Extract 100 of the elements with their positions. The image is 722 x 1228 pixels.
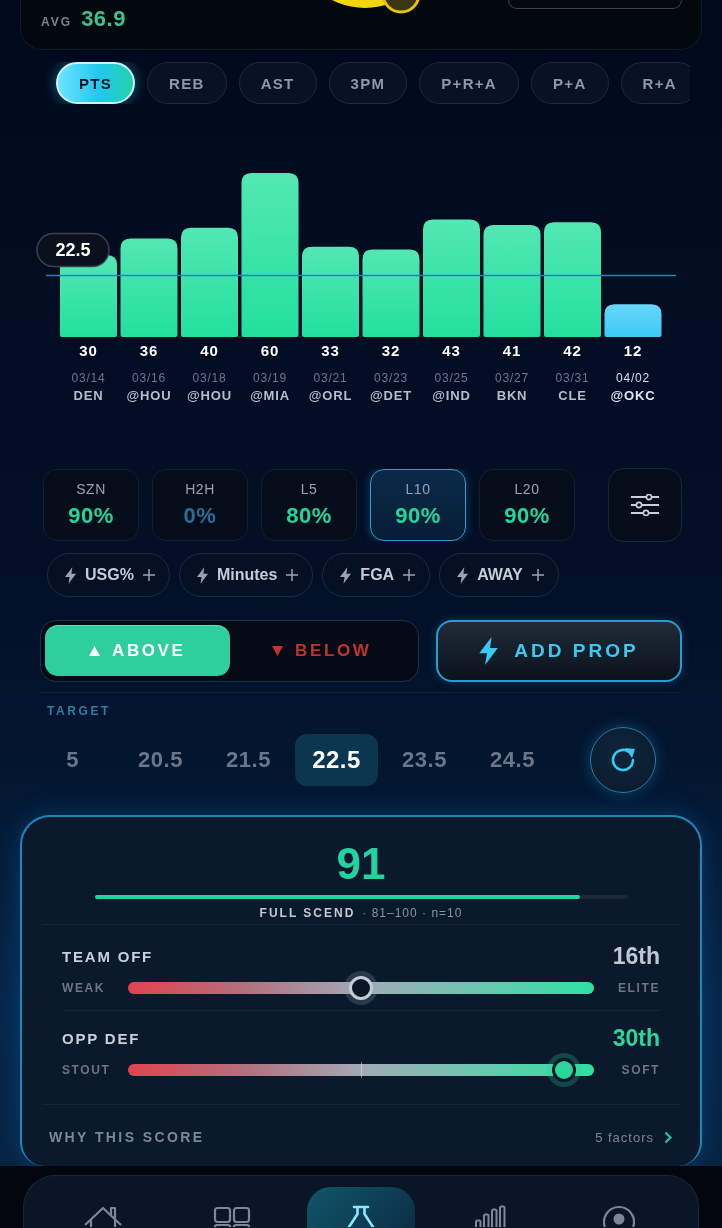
plus-icon xyxy=(531,569,544,581)
target-option[interactable]: 24.5 xyxy=(471,734,554,786)
plus-icon xyxy=(142,569,155,581)
scale-low-label: STOUT xyxy=(62,1063,112,1077)
slider-track[interactable] xyxy=(128,976,594,1000)
split-card[interactable]: L10 90% xyxy=(370,469,466,541)
split-card[interactable]: L5 80% xyxy=(261,469,357,541)
scale-low-label: WEAK xyxy=(62,981,107,995)
factor-rank: 30th xyxy=(612,1024,660,1052)
sliders-icon xyxy=(630,494,660,516)
date-label: 03/23 xyxy=(374,371,408,385)
bar-value-label: 40 xyxy=(200,342,219,359)
bolt-icon xyxy=(457,566,469,584)
score-value: 91 xyxy=(336,842,386,886)
add-prop-button[interactable]: ADD PROP xyxy=(436,620,682,682)
stat-tab[interactable]: P+R+A xyxy=(419,62,519,104)
factor-count: 5 factors xyxy=(595,1129,654,1145)
stat-tab[interactable]: PTS xyxy=(56,62,136,104)
stat-tab[interactable]: AST xyxy=(238,62,317,104)
date-label: 03/16 xyxy=(132,371,166,385)
split-card[interactable]: L20 90% xyxy=(479,469,575,541)
bolt-icon xyxy=(65,566,76,584)
stat-tab[interactable]: REB xyxy=(147,62,227,104)
bolt-icon xyxy=(196,566,208,584)
plus-icon xyxy=(403,569,416,581)
refresh-button[interactable] xyxy=(590,727,656,793)
plus-icon xyxy=(286,569,299,581)
target-label: TARGET xyxy=(47,704,112,718)
triangle-down-icon xyxy=(272,645,284,656)
bar-value-label: 33 xyxy=(321,342,340,359)
date-label: 03/18 xyxy=(192,371,227,385)
target-option[interactable]: 21.5 xyxy=(207,734,290,786)
slider-thumb[interactable] xyxy=(552,1058,577,1082)
opponent-label: CLE xyxy=(558,388,587,403)
slider-track[interactable] xyxy=(128,1058,594,1082)
split-value: 0% xyxy=(183,503,217,529)
home-icon xyxy=(82,1205,123,1227)
bar-value-label: 12 xyxy=(623,342,643,359)
target-option[interactable]: 5 xyxy=(31,734,114,786)
chevron-right-icon xyxy=(664,1130,672,1144)
avg-label: AVG xyxy=(41,15,73,29)
factor-name: OPP DEF xyxy=(62,1029,141,1047)
split-value: 90% xyxy=(504,503,550,529)
split-card[interactable]: H2H 0% xyxy=(152,469,248,541)
date-label: 03/27 xyxy=(495,371,529,385)
opponent-label: @MIA xyxy=(250,388,290,403)
avg-value: 36.9 xyxy=(81,6,126,32)
scale-high-label: ELITE xyxy=(617,981,660,995)
opponent-label: @HOU xyxy=(187,388,232,403)
date-label: 03/19 xyxy=(253,371,287,385)
split-value: 80% xyxy=(286,503,332,529)
filter-button[interactable] xyxy=(608,468,682,542)
grid-icon xyxy=(211,1205,252,1227)
opponent-label: DEN xyxy=(73,388,104,403)
stat-tab[interactable]: 3PM xyxy=(328,62,408,104)
opponent-label: @DET xyxy=(370,388,412,403)
factor-rank: 16th xyxy=(612,942,660,970)
split-label: L5 xyxy=(300,481,318,497)
badge-icon xyxy=(381,0,421,14)
date-label: 03/14 xyxy=(71,371,106,385)
opponent-label: BKN xyxy=(496,388,528,403)
filter-chip[interactable]: AWAY xyxy=(439,553,559,597)
opponent-label: @OKC xyxy=(610,388,656,403)
tier-meta: · 81–100 · n=10 xyxy=(362,906,463,920)
split-label: L10 xyxy=(405,481,431,497)
profile-icon xyxy=(603,1205,636,1227)
ref-line-label: 22.5 xyxy=(55,240,91,260)
scale-high-label: SOFT xyxy=(620,1063,660,1077)
split-label: H2H xyxy=(185,481,215,497)
opponent-label: @HOU xyxy=(126,388,172,403)
chart-bar xyxy=(604,304,662,337)
threshold-label: 22.5 xyxy=(36,232,110,268)
filter-chip[interactable]: Minutes xyxy=(178,553,314,597)
bar-value-label: 42 xyxy=(563,342,582,359)
date-label: 03/21 xyxy=(313,371,348,385)
factor-name: TEAM OFF xyxy=(62,947,154,965)
bar-value-label: 41 xyxy=(502,342,522,359)
date-label: 03/31 xyxy=(555,371,590,385)
opponent-label: @IND xyxy=(432,388,471,403)
target-option[interactable]: 23.5 xyxy=(383,734,466,786)
bar-value-label: 43 xyxy=(442,342,461,359)
split-label: SZN xyxy=(76,481,106,497)
split-value: 90% xyxy=(395,503,441,529)
tier-label: FULL SCEND xyxy=(259,906,356,920)
why-score-link[interactable]: WHY THIS SCORE xyxy=(49,1129,205,1145)
bar-value-label: 32 xyxy=(381,342,401,359)
split-label: L20 xyxy=(514,481,540,497)
filter-chip[interactable]: USG% xyxy=(47,553,170,597)
nav-tab[interactable] xyxy=(307,1187,415,1228)
stat-tab[interactable]: R+A xyxy=(620,62,690,104)
stat-tab[interactable]: P+A xyxy=(531,62,609,104)
bolt-icon xyxy=(479,637,499,665)
date-label: 04/02 xyxy=(616,371,650,385)
direction-option[interactable]: BELOW xyxy=(229,625,414,676)
bar-value-label: 36 xyxy=(139,342,159,359)
triangle-up-icon xyxy=(89,645,100,656)
target-option[interactable]: 22.5 xyxy=(295,734,378,786)
split-card[interactable]: SZN 90% xyxy=(43,469,139,541)
target-option[interactable]: 20.5 xyxy=(119,734,202,786)
filter-chip[interactable]: FGA xyxy=(322,553,431,597)
